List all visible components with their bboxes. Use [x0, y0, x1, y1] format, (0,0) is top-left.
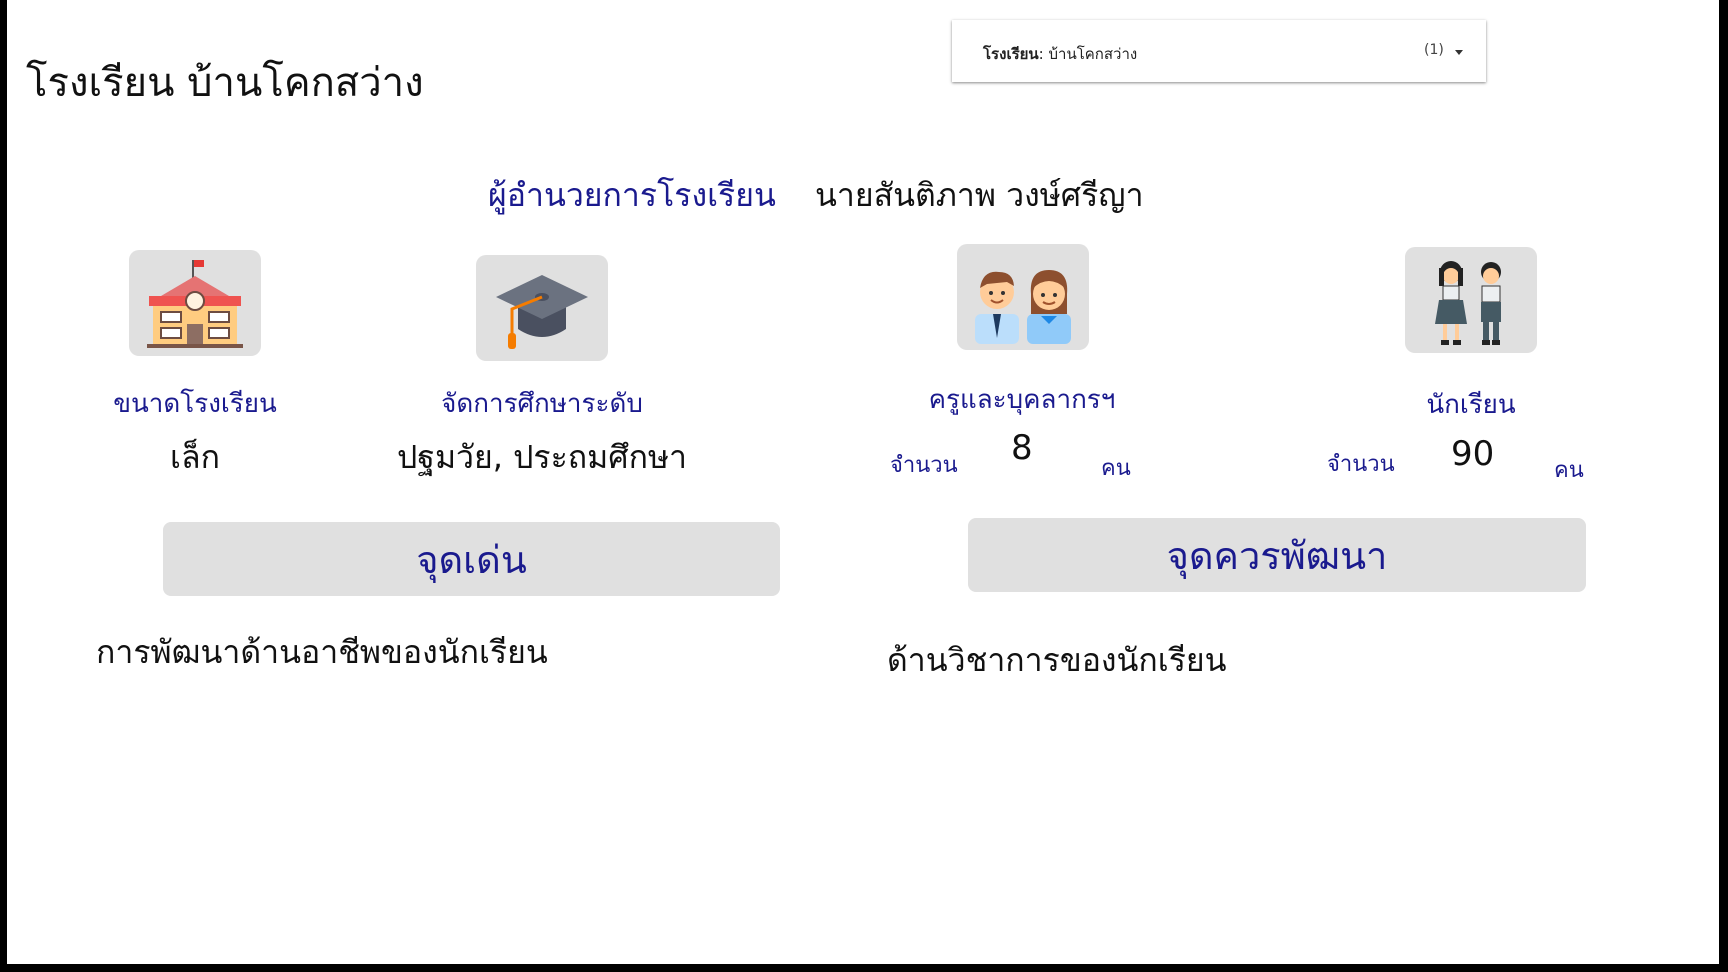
teachers-unit: คน — [1101, 456, 1131, 481]
school-filter-field-name: โรงเรียน — [983, 45, 1039, 63]
students-count-label: จำนวน — [1327, 452, 1395, 477]
report-page: โรงเรียน บ้านโคกสว่าง โรงเรียน: บ้านโคกส… — [7, 0, 1719, 964]
students-icon — [1405, 247, 1537, 353]
chevron-down-icon[interactable] — [1455, 50, 1463, 55]
teachers-count: 8 — [1011, 428, 1033, 468]
school-filter-count: (1) — [1424, 42, 1444, 58]
strengths-text: การพัฒนาด้านอาชีพของนักเรียน — [96, 633, 548, 671]
school-filter-label: โรงเรียน: บ้านโคกสว่าง — [983, 42, 1137, 66]
director-name: นายสันติภาพ วงษ์ศรีญา — [815, 176, 1144, 214]
education-level-value: ปฐมวัย, ประถมศึกษา — [396, 438, 688, 476]
school-filter-selected-value: : บ้านโคกสว่าง — [1038, 45, 1138, 63]
school-building-icon — [129, 250, 261, 356]
education-level-label: จัดการศึกษาระดับ — [441, 389, 643, 419]
improvements-header: จุดควรพัฒนา — [968, 518, 1586, 592]
strengths-header: จุดเด่น — [163, 522, 780, 596]
teachers-icon — [957, 244, 1089, 350]
page-title: โรงเรียน บ้านโคกสว่าง — [26, 60, 424, 106]
teachers-label: ครูและบุคลากรฯ — [928, 385, 1116, 415]
students-unit: คน — [1554, 458, 1584, 483]
students-label: นักเรียน — [1426, 390, 1516, 420]
students-count: 90 — [1451, 434, 1495, 474]
graduation-cap-icon — [476, 255, 608, 361]
teachers-count-label: จำนวน — [890, 453, 958, 478]
school-filter-dropdown[interactable]: โรงเรียน: บ้านโคกสว่าง (1) — [952, 20, 1486, 82]
director-label: ผู้อำนวยการโรงเรียน — [488, 176, 776, 214]
improvements-text: ด้านวิชาการของนักเรียน — [887, 641, 1227, 679]
school-size-label: ขนาดโรงเรียน — [113, 389, 277, 419]
school-size-value: เล็ก — [170, 438, 220, 476]
